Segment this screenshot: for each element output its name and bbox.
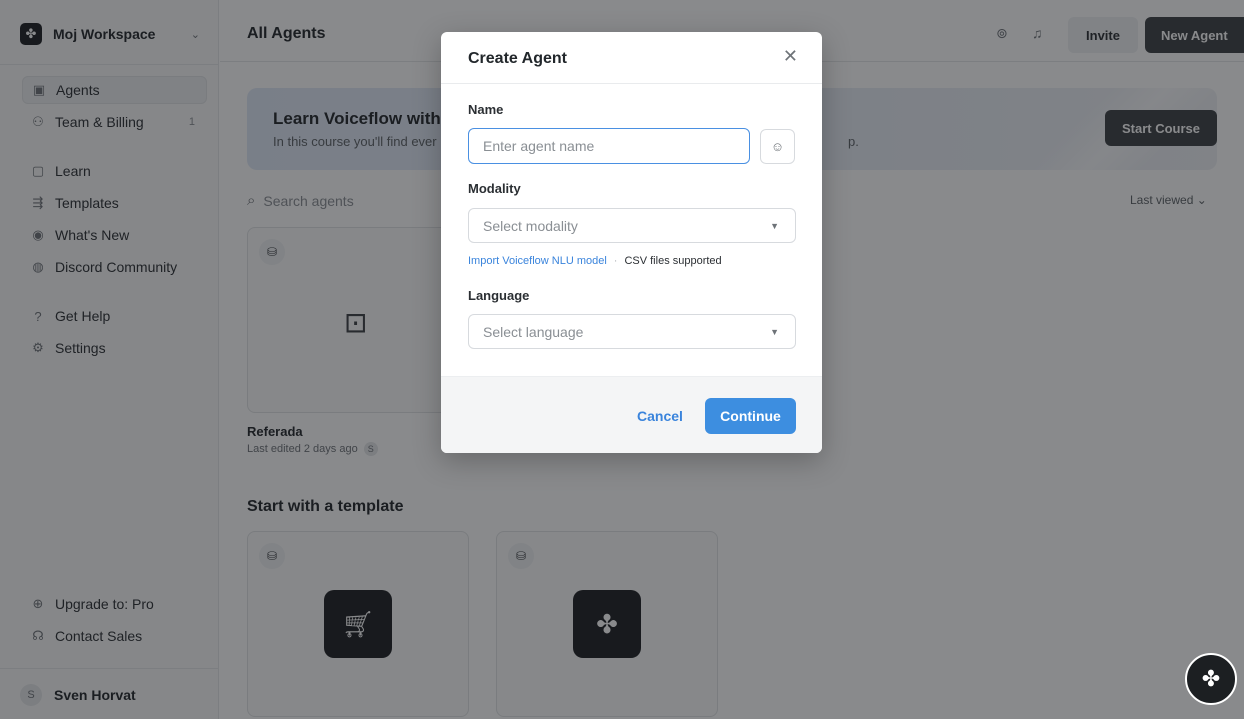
- modal-footer: Cancel Continue: [441, 376, 822, 453]
- import-hint: Import Voiceflow NLU model · CSV files s…: [468, 255, 722, 267]
- voiceflow-chat-launcher[interactable]: ✤: [1185, 653, 1237, 705]
- modality-select[interactable]: Select modality ▼: [468, 208, 796, 243]
- language-placeholder: Select language: [483, 323, 584, 340]
- emoji-icon: ☺: [770, 139, 785, 154]
- agent-name-input[interactable]: [468, 128, 750, 164]
- close-icon[interactable]: ✕: [783, 46, 798, 67]
- continue-button[interactable]: Continue: [705, 398, 796, 434]
- voiceflow-logo-icon: ✤: [1201, 666, 1221, 691]
- language-select[interactable]: Select language ▼: [468, 314, 796, 349]
- caret-down-icon: ▼: [770, 326, 779, 337]
- cancel-button[interactable]: Cancel: [626, 398, 694, 434]
- emoji-picker-button[interactable]: ☺: [760, 129, 795, 164]
- caret-down-icon: ▼: [770, 220, 779, 231]
- modal-header: Create Agent ✕: [441, 32, 822, 84]
- import-nlu-link[interactable]: Import Voiceflow NLU model: [468, 255, 607, 267]
- language-label: Language: [468, 288, 530, 303]
- modality-placeholder: Select modality: [483, 217, 578, 234]
- name-label: Name: [468, 102, 504, 117]
- modality-label: Modality: [468, 181, 521, 196]
- csv-note: CSV files supported: [624, 255, 722, 267]
- create-agent-modal: Create Agent ✕ Name ☺ Modality Select mo…: [441, 32, 822, 453]
- separator-dot: ·: [613, 255, 618, 267]
- modal-title: Create Agent: [468, 50, 567, 67]
